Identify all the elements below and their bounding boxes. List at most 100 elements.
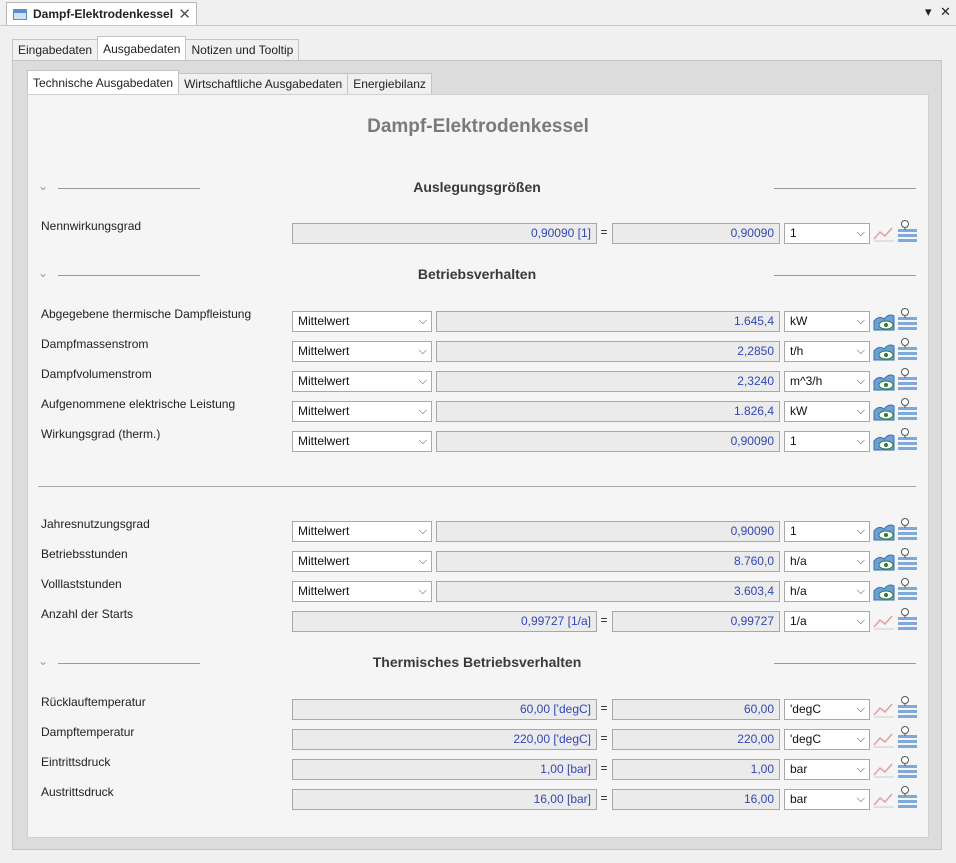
- list-pin-icon[interactable]: [896, 337, 918, 361]
- section-title: Auslegungsgrößen: [413, 179, 541, 195]
- unit-select[interactable]: 1 ⌵: [784, 431, 870, 452]
- row-eintrittsdruck: Eintrittsdruck 1,00 [bar] = 1,00 bar ⌵: [0, 755, 956, 781]
- unit-select[interactable]: 1 ⌵: [784, 521, 870, 542]
- chevron-down-icon: ⌵: [856, 733, 865, 745]
- unit-select[interactable]: bar ⌵: [784, 759, 870, 780]
- document-tab-title: Dampf-Elektrodenkessel: [33, 7, 174, 21]
- chart-eye-icon[interactable]: [873, 311, 895, 331]
- list-pin-icon[interactable]: [896, 577, 918, 601]
- row-starts: Anzahl der Starts 0,99727 [1/a] = 0,9972…: [0, 607, 956, 633]
- list-pin-icon[interactable]: [896, 427, 918, 451]
- chevron-down-icon: ⌵: [856, 703, 865, 715]
- value-field: 0,99727: [612, 611, 780, 632]
- unit-select[interactable]: 1/a ⌵: [784, 611, 870, 632]
- unit-select[interactable]: m^3/h ⌵: [784, 371, 870, 392]
- list-pin-icon[interactable]: [896, 695, 918, 719]
- equals-sign: =: [600, 731, 608, 745]
- mode-select[interactable]: Mittelwert ⌵: [292, 581, 432, 602]
- value-field: 0,90090: [436, 521, 780, 542]
- chevron-down-icon: ⌵: [856, 763, 865, 775]
- row-nennwirkungsgrad: Nennwirkungsgrad 0,90090 [1] = 0,90090 1…: [0, 219, 956, 245]
- chevron-down-icon: ⌵: [418, 345, 427, 357]
- list-pin-icon[interactable]: [896, 755, 918, 779]
- mode-select[interactable]: Mittelwert ⌵: [292, 551, 432, 572]
- row-label: Jahresnutzungsgrad: [41, 517, 150, 531]
- chart-disabled-icon: [873, 793, 894, 808]
- row-label: Austrittsdruck: [41, 785, 114, 799]
- tab-notizen[interactable]: Notizen und Tooltip: [185, 39, 300, 60]
- subtab-wirtschaftlich[interactable]: Wirtschaftliche Ausgabedaten: [178, 73, 349, 94]
- unit-select[interactable]: h/a ⌵: [784, 551, 870, 572]
- list-pin-icon[interactable]: [896, 725, 918, 749]
- unit-select[interactable]: h/a ⌵: [784, 581, 870, 602]
- value-field: 1.826,4: [436, 401, 780, 422]
- chevron-down-icon: ⌵: [856, 793, 865, 805]
- raw-value-field: 0,90090 [1]: [292, 223, 597, 244]
- value-field: 8.760,0: [436, 551, 780, 572]
- mode-select[interactable]: Mittelwert ⌵: [292, 341, 432, 362]
- unit-select[interactable]: bar ⌵: [784, 789, 870, 810]
- mode-select[interactable]: Mittelwert ⌵: [292, 401, 432, 422]
- chart-eye-icon[interactable]: [873, 581, 895, 601]
- row-label: Volllaststunden: [41, 577, 122, 591]
- unit-select[interactable]: kW ⌵: [784, 311, 870, 332]
- list-pin-icon[interactable]: [896, 517, 918, 541]
- list-pin-icon[interactable]: [896, 367, 918, 391]
- subtab-technisch[interactable]: Technische Ausgabedaten: [27, 70, 180, 94]
- chart-eye-icon[interactable]: [873, 401, 895, 421]
- tab-ausgabedaten[interactable]: Ausgabedaten: [97, 36, 187, 60]
- list-pin-icon[interactable]: [896, 397, 918, 421]
- value-field: 60,00: [612, 699, 780, 720]
- unit-select-value: kW: [790, 314, 808, 328]
- chart-eye-icon[interactable]: [873, 341, 895, 361]
- chevron-down-icon: ⌵: [418, 405, 427, 417]
- equals-sign: =: [600, 613, 608, 627]
- mode-select[interactable]: Mittelwert ⌵: [292, 521, 432, 542]
- chevron-down-icon: ⌵: [418, 585, 427, 597]
- chart-eye-icon[interactable]: [873, 551, 895, 571]
- chart-disabled-icon: [873, 703, 894, 718]
- chart-eye-icon[interactable]: [873, 431, 895, 451]
- chart-disabled-icon: [873, 227, 894, 242]
- unit-select[interactable]: kW ⌵: [784, 401, 870, 422]
- tab-eingabedaten[interactable]: Eingabedaten: [12, 39, 99, 60]
- unit-select-value: 1: [790, 524, 797, 538]
- sub-tabs: Technische Ausgabedaten Wirtschaftliche …: [27, 70, 432, 94]
- window-menu-icon[interactable]: ▾: [925, 4, 932, 20]
- list-pin-icon[interactable]: [896, 547, 918, 571]
- row-label: Dampfmassenstrom: [41, 337, 149, 351]
- list-pin-icon[interactable]: [896, 785, 918, 809]
- unit-select-value: t/h: [790, 344, 804, 358]
- subtab-energiebilanz[interactable]: Energiebilanz: [347, 73, 432, 94]
- value-field: 1,00: [612, 759, 780, 780]
- unit-select[interactable]: t/h ⌵: [784, 341, 870, 362]
- list-pin-icon[interactable]: [896, 607, 918, 631]
- window-close-icon[interactable]: ✕: [940, 4, 951, 20]
- chart-eye-icon[interactable]: [873, 521, 895, 541]
- unit-select[interactable]: 1 ⌵: [784, 223, 870, 244]
- chart-eye-icon[interactable]: [873, 371, 895, 391]
- mode-select[interactable]: Mittelwert ⌵: [292, 431, 432, 452]
- mode-select[interactable]: Mittelwert ⌵: [292, 311, 432, 332]
- unit-select-value: 1: [790, 226, 797, 240]
- raw-value-field: 1,00 [bar]: [292, 759, 597, 780]
- list-pin-icon[interactable]: [896, 219, 918, 243]
- close-tab-icon[interactable]: ✕: [178, 5, 191, 23]
- divider: [774, 188, 916, 189]
- mode-select-value: Mittelwert: [298, 374, 350, 388]
- row-label: Dampfvolumenstrom: [41, 367, 152, 381]
- divider: [774, 275, 916, 276]
- chevron-down-icon: ⌵: [856, 615, 865, 627]
- document-tab[interactable]: Dampf-Elektrodenkessel ✕: [6, 2, 197, 25]
- unit-select[interactable]: 'degC ⌵: [784, 729, 870, 750]
- raw-value-field: 0,99727 [1/a]: [292, 611, 597, 632]
- value-field: 1.645,4: [436, 311, 780, 332]
- equals-sign: =: [600, 761, 608, 775]
- row-label: Nennwirkungsgrad: [41, 219, 142, 233]
- chevron-down-icon: ⌵: [856, 585, 865, 597]
- mode-select[interactable]: Mittelwert ⌵: [292, 371, 432, 392]
- list-pin-icon[interactable]: [896, 307, 918, 331]
- value-field: 2,3240: [436, 371, 780, 392]
- unit-select[interactable]: 'degC ⌵: [784, 699, 870, 720]
- row-dampfleistung: Abgegebene thermische Dampfleistung Mitt…: [0, 307, 956, 333]
